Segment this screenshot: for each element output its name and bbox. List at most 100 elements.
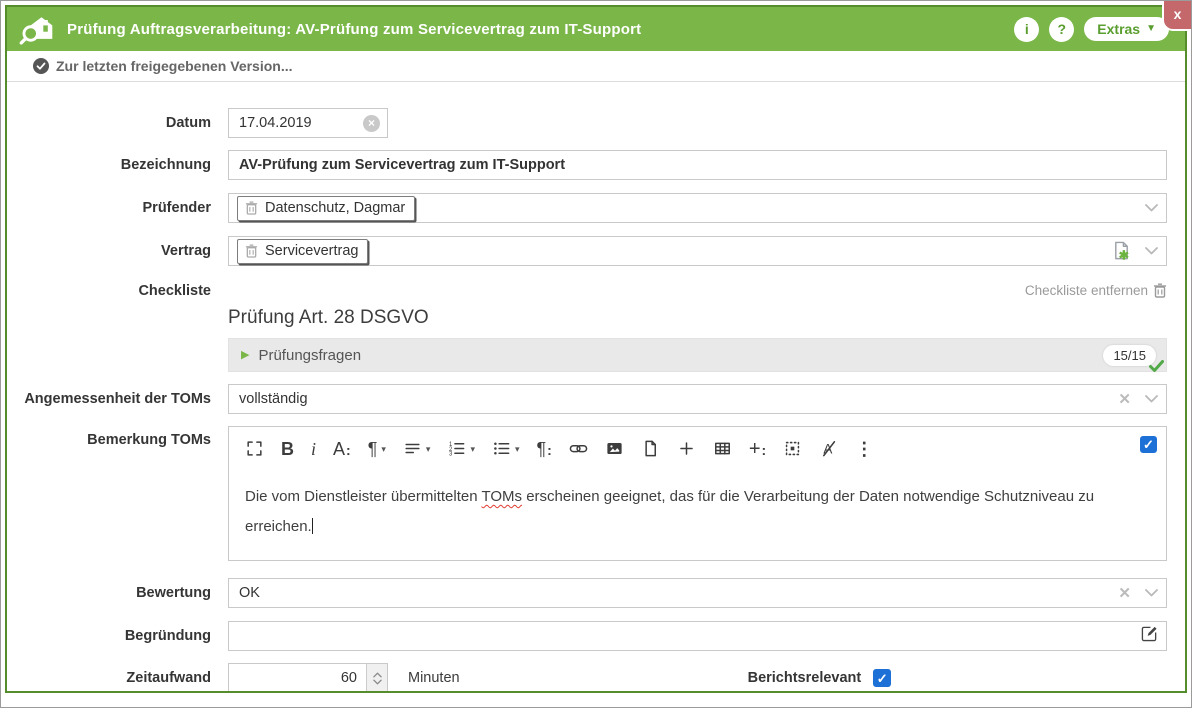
pruefender-combobox[interactable]: Datenschutz, Dagmar (228, 193, 1167, 223)
bemerkung-row: Bemerkung TOMs BiA:¶▾▾123▾▾¶:+:A⋮ Die vo… (7, 426, 1167, 561)
bemerkung-label: Bemerkung TOMs (7, 432, 211, 448)
datum-label: Datum (7, 115, 211, 131)
align-icon[interactable]: ▾ (403, 439, 431, 458)
bold-icon[interactable]: B (281, 440, 294, 458)
version-bar: Zur letzten freigegebenen Version... (7, 51, 1185, 82)
editor-checkbox[interactable] (1140, 436, 1157, 453)
bezeichnung-input[interactable] (228, 150, 1167, 180)
form: Datum × Bezeichnung Prüfender (7, 108, 1185, 693)
begruendung-input[interactable] (228, 621, 1167, 651)
remove-checkliste-link[interactable]: Checkliste entfernen (1025, 283, 1167, 298)
vertrag-row: Vertrag Servicevertrag (7, 236, 1167, 266)
bewertung-row: Bewertung OK ✕ (7, 578, 1167, 608)
extras-label: Extras (1097, 21, 1140, 37)
zeitaufwand-row: Zeitaufwand Minuten (7, 663, 1167, 693)
info-icon: i (1025, 21, 1029, 37)
zeitaufwand-label: Zeitaufwand (7, 670, 211, 686)
vertrag-token-label: Servicevertrag (265, 243, 358, 259)
editor-content[interactable]: Die vom Dienstleister übermittelten TOMs… (229, 468, 1166, 560)
dropdown-caret-icon[interactable]: ▾ (381, 444, 386, 458)
extras-button[interactable]: Extras ▼ (1084, 17, 1169, 41)
chevron-down-icon: ▼ (1146, 24, 1156, 34)
file-icon[interactable] (641, 439, 660, 458)
unordered-list-icon[interactable]: ▾ (492, 439, 520, 458)
table-icon[interactable] (713, 439, 732, 458)
pruefungsfragen-label: Prüfungsfragen (258, 347, 361, 364)
trash-icon[interactable] (245, 201, 258, 215)
angemessenheit-label: Angemessenheit der TOMs (7, 391, 211, 407)
pruefender-row: Prüfender Datenschutz, Dagmar (7, 193, 1167, 223)
pruefungsfragen-section[interactable]: ▶ Prüfungsfragen 15/15 (228, 338, 1167, 372)
clear-selection-icon[interactable]: ✕ (1118, 392, 1131, 407)
fullscreen-icon[interactable] (245, 439, 264, 458)
rich-text-editor[interactable]: BiA:¶▾▾123▾▾¶:+:A⋮ Die vom Dienstleister… (228, 426, 1167, 561)
text-cursor (312, 518, 313, 534)
pruefender-token[interactable]: Datenschutz, Dagmar (237, 196, 415, 221)
bezeichnung-label: Bezeichnung (7, 157, 211, 173)
pruefender-token-label: Datenschutz, Dagmar (265, 200, 405, 216)
green-check-icon (1149, 360, 1164, 373)
remove-checkliste-label: Checkliste entfernen (1025, 283, 1148, 298)
image-icon[interactable] (605, 439, 624, 458)
angemessenheit-value: vollständig (239, 391, 308, 407)
info-button[interactable]: i (1014, 17, 1039, 42)
spinner-down-icon[interactable] (373, 679, 382, 685)
bewertung-label: Bewertung (7, 585, 211, 601)
begruendung-row: Begründung (7, 621, 1167, 651)
ordered-list-icon[interactable]: 123▾ (447, 439, 475, 458)
bezeichnung-row: Bezeichnung (7, 150, 1167, 180)
link-icon[interactable] (569, 439, 588, 458)
question-count-badge: 15/15 (1103, 345, 1156, 366)
check-circle-icon (33, 58, 49, 74)
dropdown-caret-icon[interactable]: ▾ (515, 444, 520, 458)
angemessenheit-select[interactable]: vollständig ✕ (228, 384, 1167, 414)
trash-icon[interactable] (245, 244, 258, 258)
dropdown-caret-icon[interactable]: ▾ (426, 444, 431, 458)
trash-icon[interactable] (1153, 283, 1167, 298)
minutes-unit-label: Minuten (408, 670, 460, 686)
last-released-version-link[interactable]: Zur letzten freigegebenen Version... (56, 58, 293, 74)
spinner-up-icon[interactable] (373, 672, 382, 678)
checkliste-title: Prüfung Art. 28 DSGVO (228, 307, 1167, 329)
close-button[interactable]: x (1162, 1, 1191, 31)
clear-format-icon[interactable]: A (819, 439, 838, 458)
audit-house-icon (19, 11, 55, 47)
expand-triangle-icon[interactable]: ▶ (241, 350, 249, 361)
checkliste-row: Checkliste Checkliste entfernen (7, 283, 1167, 372)
clear-selection-icon[interactable]: ✕ (1118, 586, 1131, 601)
angemessenheit-row: Angemessenheit der TOMs vollständig ✕ (7, 384, 1167, 414)
dropdown-caret-icon[interactable]: ▾ (470, 444, 475, 458)
svg-text:✱: ✱ (1119, 249, 1129, 261)
paragraph-options-icon[interactable]: ¶: (537, 440, 552, 458)
insert-plus-icon[interactable] (677, 439, 696, 458)
paragraph-style-icon[interactable]: ¶▾ (368, 440, 386, 458)
new-document-icon[interactable]: ✱ (1112, 241, 1131, 261)
chevron-down-icon[interactable] (1145, 247, 1158, 255)
more-options-icon[interactable]: ⋮ (855, 440, 873, 458)
edit-pencil-icon[interactable] (1141, 625, 1158, 642)
bewertung-select[interactable]: OK ✕ (228, 578, 1167, 608)
zeitaufwand-input[interactable] (228, 663, 388, 693)
chevron-down-icon[interactable] (1145, 204, 1158, 212)
vertrag-token[interactable]: Servicevertrag (237, 239, 368, 264)
berichtsrelevant-label: Berichtsrelevant (748, 670, 862, 686)
clear-date-icon[interactable]: × (363, 115, 380, 132)
datum-row: Datum × (7, 108, 1167, 138)
chevron-down-icon[interactable] (1145, 589, 1158, 597)
bemerkung-misspelled-word: TOMs (481, 488, 522, 505)
vertrag-combobox[interactable]: Servicevertrag ✱ (228, 236, 1167, 266)
help-button[interactable]: ? (1049, 17, 1074, 42)
berichtsrelevant-checkbox[interactable] (873, 669, 891, 687)
svg-text:3: 3 (449, 452, 453, 458)
help-icon: ? (1058, 21, 1067, 37)
titlebar: Prüfung Auftragsverarbeitung: AV-Prüfung… (7, 7, 1185, 51)
dialog-window: Prüfung Auftragsverarbeitung: AV-Prüfung… (5, 5, 1187, 693)
chevron-down-icon[interactable] (1145, 395, 1158, 403)
number-spinner[interactable] (366, 664, 387, 692)
special-character-icon[interactable] (783, 439, 802, 458)
insert-more-icon[interactable]: +: (749, 440, 766, 458)
italic-icon[interactable]: i (311, 440, 316, 458)
close-icon: x (1174, 6, 1182, 22)
font-size-icon[interactable]: A: (333, 440, 351, 458)
checkliste-label: Checkliste (7, 283, 211, 299)
